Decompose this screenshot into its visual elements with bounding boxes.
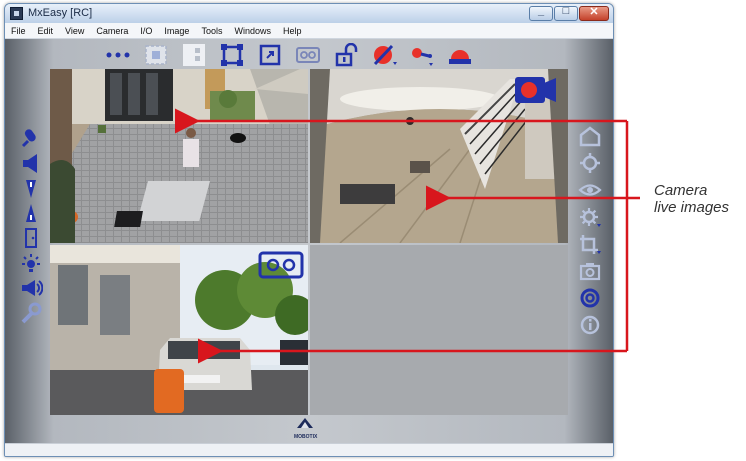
annotation-line-1: Camera [654, 182, 708, 199]
callout-arrows [175, 108, 640, 364]
annotation-line-2: live images [654, 199, 730, 216]
camera-live-images-label: Camera live images [654, 182, 729, 216]
